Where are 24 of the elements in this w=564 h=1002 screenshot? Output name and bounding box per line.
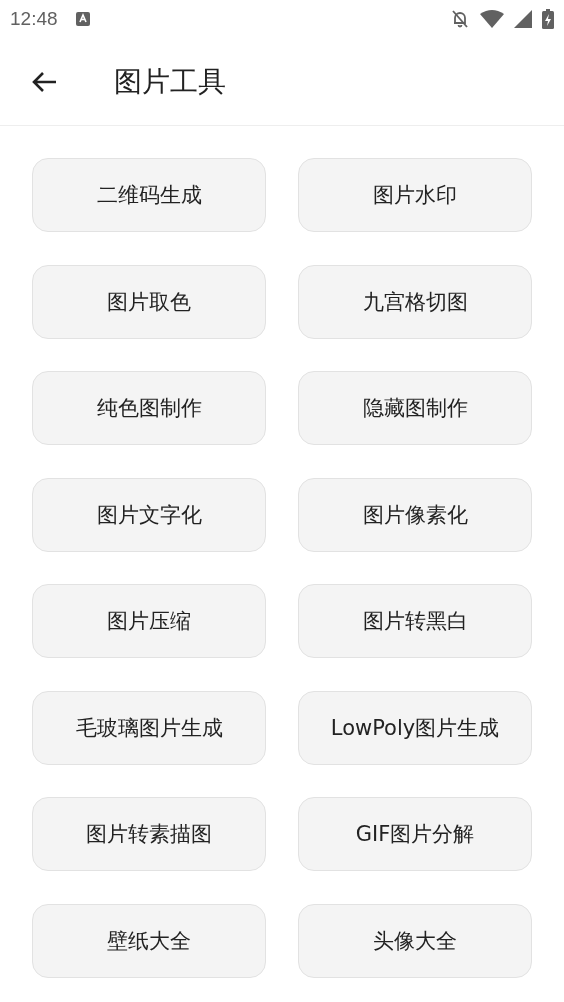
tool-button[interactable]: GIF图片分解 <box>298 797 532 871</box>
tool-button[interactable]: 九宫格切图 <box>298 264 532 339</box>
wifi-icon <box>480 10 504 28</box>
tool-button[interactable]: 二维码生成 <box>32 158 266 232</box>
status-time: 12:48 <box>10 8 58 30</box>
tool-button[interactable]: 图片转黑白 <box>298 584 532 658</box>
battery-icon <box>542 9 554 29</box>
tool-button[interactable]: LowPoly图片生成 <box>298 690 532 765</box>
keyboard-notification-icon <box>75 12 90 26</box>
page-title: 图片工具 <box>114 63 226 100</box>
tool-button[interactable]: 图片转素描图 <box>32 797 266 871</box>
tool-button[interactable]: 纯色图制作 <box>32 371 266 445</box>
tool-button[interactable]: 图片文字化 <box>32 477 266 552</box>
tool-button[interactable]: 图片水印 <box>298 158 532 232</box>
tool-button[interactable]: 隐藏图制作 <box>298 371 532 445</box>
tool-button[interactable]: 图片压缩 <box>32 584 266 658</box>
tool-button[interactable]: 头像大全 <box>298 903 532 978</box>
tool-button[interactable]: 图片像素化 <box>298 477 532 552</box>
tool-button[interactable]: 壁纸大全 <box>32 903 266 978</box>
signal-icon <box>514 10 532 28</box>
notifications-off-icon <box>450 9 470 29</box>
back-arrow-icon[interactable] <box>30 69 58 94</box>
tool-button[interactable]: 图片取色 <box>32 264 266 339</box>
tool-button[interactable]: 毛玻璃图片生成 <box>32 690 266 765</box>
